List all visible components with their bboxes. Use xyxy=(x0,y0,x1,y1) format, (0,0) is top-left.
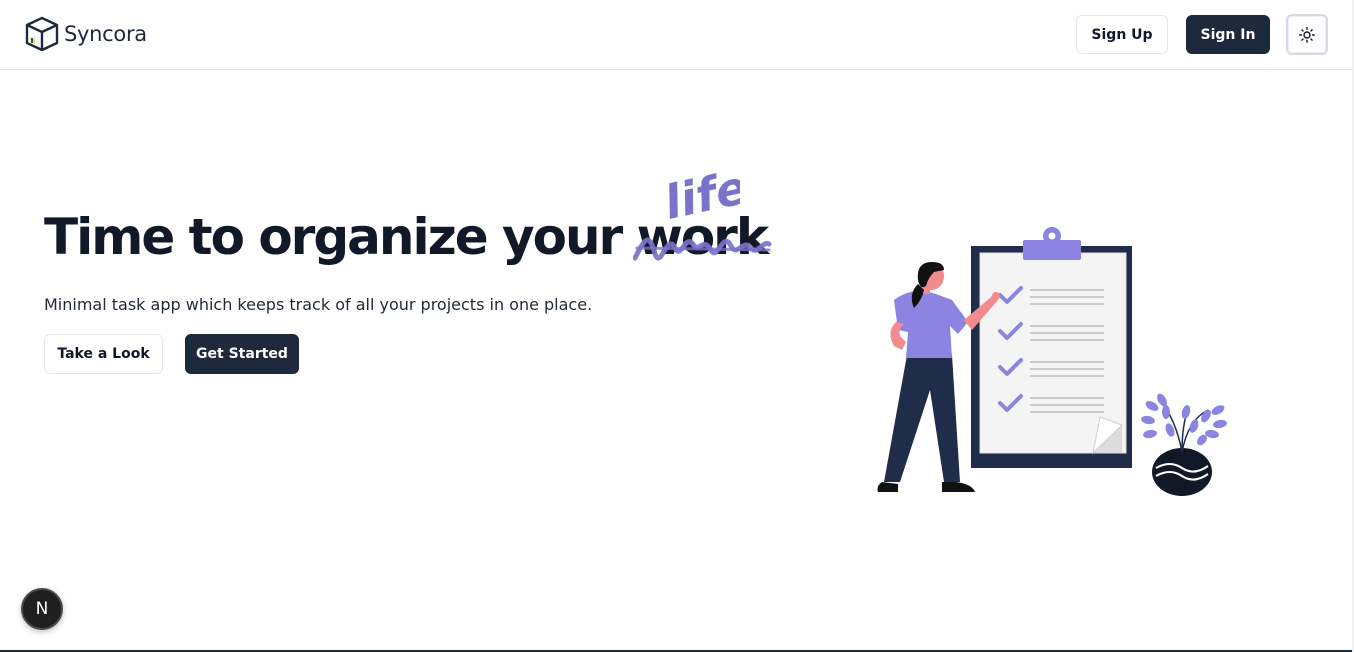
sign-in-button[interactable]: Sign In xyxy=(1186,15,1270,54)
get-started-button[interactable]: Get Started xyxy=(185,334,299,374)
theme-toggle-button[interactable] xyxy=(1286,14,1328,55)
replacement-word-life: life xyxy=(660,160,740,222)
cube-logo-icon xyxy=(25,16,59,52)
brand-name: Syncora xyxy=(64,22,147,46)
clipboard xyxy=(971,227,1132,468)
take-a-look-button[interactable]: Take a Look xyxy=(44,334,163,374)
sign-up-button[interactable]: Sign Up xyxy=(1076,15,1168,54)
nextjs-logo-icon: N xyxy=(35,599,49,619)
scribble-strike-icon xyxy=(632,237,772,261)
hero-title: Time to organize your work xyxy=(44,208,772,266)
navbar: Syncora Sign Up Sign In xyxy=(0,0,1352,70)
nextjs-dev-badge[interactable]: N xyxy=(21,588,63,630)
sun-icon xyxy=(1299,26,1315,43)
checklist-illustration xyxy=(877,227,1227,496)
replacement-word: life xyxy=(660,160,740,222)
brand[interactable]: Syncora xyxy=(24,16,147,52)
hero-title-prefix: Time to organize your xyxy=(44,208,637,266)
hero-subtitle: Minimal task app which keeps track of al… xyxy=(44,295,593,314)
potted-plant xyxy=(1141,393,1227,496)
